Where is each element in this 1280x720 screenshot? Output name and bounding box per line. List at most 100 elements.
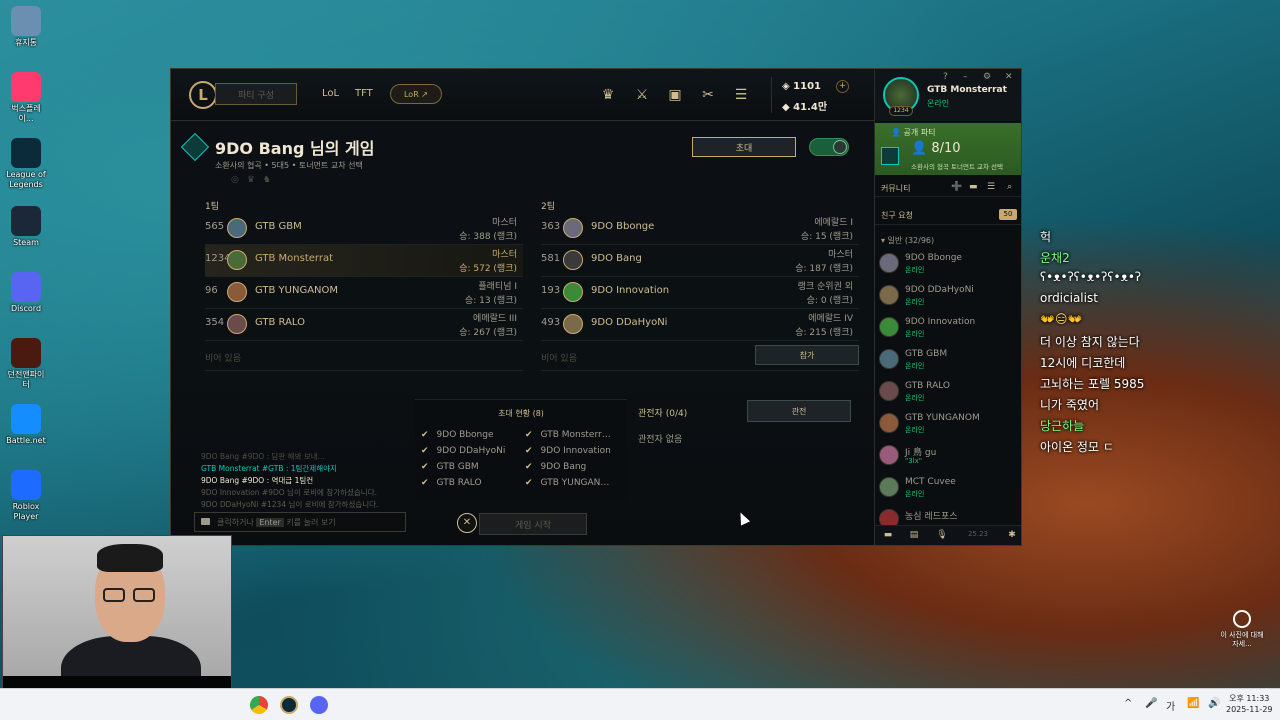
social-panel: 1234 GTB Monsterrat 온라인 ? – ⚙ ✕ 👤 공개 파티 … — [874, 69, 1021, 545]
invitee-name: 9DO Bang — [540, 462, 587, 472]
ime-indicator[interactable]: 가 — [1166, 698, 1175, 713]
chat-input[interactable]: 클릭하거나 Enter 키를 눌러 보기 — [194, 512, 406, 532]
tab-lor[interactable]: LoR ↗ — [390, 84, 442, 104]
lobby-option-icons: ◎♛♞ — [231, 175, 279, 185]
rp-balance: ◈ 1101 — [782, 81, 822, 92]
party-open-toggle[interactable] — [809, 138, 849, 156]
profile-nav-icon[interactable]: ♛ — [598, 85, 618, 105]
player-row[interactable]: 581 9DO Bang 마스터 승: 187 (랭크) — [541, 245, 859, 277]
tab-lol[interactable]: LoL — [322, 88, 339, 99]
invite-status-item: ✔ 9DO Bang — [525, 462, 619, 472]
loot-nav-icon[interactable]: ▣ — [665, 85, 685, 105]
desktop-icon[interactable]: League of Legends — [4, 138, 48, 190]
check-icon: ✔ — [421, 462, 429, 472]
buy-rp-icon[interactable]: + — [836, 80, 849, 93]
desktop-icon[interactable]: 던전앤파이터 — [4, 338, 48, 390]
player-rank: 에메랄드 III — [473, 314, 517, 324]
friend-item[interactable]: MCT Cuvee 온라인 — [879, 473, 1019, 503]
player-row[interactable]: 96 GTB YUNGANOM 플래티넘 I 승: 13 (랭크) — [205, 277, 523, 309]
friend-item[interactable]: 9DO Innovation 온라인 — [879, 313, 1019, 343]
friend-item[interactable]: GTB GBM 온라인 — [879, 345, 1019, 375]
help-icon[interactable]: ? — [943, 72, 948, 82]
clock[interactable]: 오후 11:33 2025-11-29 — [1226, 693, 1273, 715]
leave-lobby-button[interactable]: ✕ — [457, 513, 477, 533]
chat-icon[interactable]: ▬ — [879, 530, 897, 544]
add-friend-icon[interactable]: ➕ — [951, 182, 962, 192]
friend-status: 온라인 — [905, 426, 925, 434]
public-party-card[interactable]: 👤 공개 파티 👤 8/10 소환사의 협곡 토너먼트 교차 선택 — [875, 123, 1021, 175]
chat-input-suffix: 키를 눌러 보기 — [286, 517, 336, 527]
player-name: 9DO Bbonge — [591, 221, 655, 232]
tray-expand-icon[interactable]: ^ — [1124, 698, 1132, 709]
list-view-icon[interactable]: ☰ — [987, 182, 995, 192]
spectate-button[interactable]: 관전 — [747, 400, 851, 422]
notes-icon[interactable]: ▤ — [905, 530, 923, 544]
image-search-widget[interactable]: 이 사진에 대해 자세... — [1220, 610, 1264, 649]
player-avatar — [563, 282, 583, 302]
player-row[interactable]: 565 GTB GBM 마스터 승: 388 (랭크) — [205, 213, 523, 245]
report-bug-icon[interactable]: ✱ — [1003, 530, 1021, 544]
player-row[interactable]: 363 9DO Bbonge 에메랄드 I 승: 15 (랭크) — [541, 213, 859, 245]
friend-group-header[interactable]: ▾ 일반 (32/96) — [881, 235, 934, 246]
desktop-icon[interactable]: Roblox Player — [4, 470, 48, 522]
discord-taskbar-icon[interactable] — [310, 696, 328, 714]
microphone-icon[interactable]: 🎤 — [1145, 698, 1157, 709]
volume-icon[interactable]: 🔊 — [1208, 698, 1220, 709]
desktop-icon[interactable]: Discord — [4, 272, 48, 314]
search-icon[interactable]: ⌕ — [1007, 182, 1012, 192]
start-game-button[interactable]: 게임 시작 — [479, 513, 587, 535]
minimize-icon[interactable]: – — [963, 72, 968, 82]
friend-avatar — [879, 445, 899, 465]
player-row[interactable]: 493 9DO DDaHyoNi 에메랄드 IV 승: 215 (랭크) — [541, 309, 859, 341]
league-logo-icon[interactable]: L — [189, 81, 217, 109]
league-taskbar-icon[interactable] — [280, 696, 298, 714]
taskbar: ^ 🎤 가 📶 🔊 오후 11:33 2025-11-29 — [0, 688, 1280, 720]
desktop-icon[interactable]: Steam — [4, 206, 48, 248]
be-balance: ◆ 41.4만 — [782, 102, 828, 113]
desktop-icon-label: Roblox Player — [12, 502, 40, 521]
player-wins: 승: 267 (랭크) — [459, 328, 517, 338]
party-button[interactable]: 파티 구성 — [215, 83, 297, 105]
desktop-icon-label: Steam — [13, 238, 39, 247]
stream-chat-line: 니가 죽였어 — [1040, 398, 1100, 412]
join-team2-button[interactable]: 참가 — [755, 345, 859, 365]
tab-tft[interactable]: TFT — [355, 88, 373, 99]
store-nav-icon[interactable]: ☰ — [731, 85, 751, 105]
chrome-icon[interactable] — [250, 696, 268, 714]
collection-nav-icon[interactable]: ⚔ — [632, 85, 652, 105]
player-name: 9DO Innovation — [591, 285, 670, 296]
settings-gear-icon[interactable]: ⚙ — [983, 72, 991, 82]
invite-status-item: ✔ GTB RALO — [421, 478, 515, 488]
invite-button[interactable]: 초대 — [692, 137, 796, 157]
wifi-icon[interactable]: 📶 — [1187, 698, 1199, 709]
player-row[interactable]: 354 GTB RALO 에메랄드 III 승: 267 (랭크) — [205, 309, 523, 341]
desktop-icon-label: 벅스플레이... — [11, 104, 41, 123]
friend-item[interactable]: GTB YUNGANOM 온라인 — [879, 409, 1019, 439]
friend-item[interactable]: GTB RALO 온라인 — [879, 377, 1019, 407]
player-row[interactable]: 1234 GTB Monsterrat 마스터 승: 572 (랭크) — [205, 245, 523, 277]
stream-chat-line: 12시에 디코한데 — [1040, 356, 1126, 370]
desktop-icon[interactable]: 휴지통 — [4, 6, 48, 48]
chat-message: 9DO Bang #9DO : 담판 해봐 보내... — [201, 452, 325, 461]
tft-nav-icon[interactable]: ✂ — [698, 85, 718, 105]
desktop-icon[interactable]: 벅스플레이... — [4, 72, 48, 124]
desktop-icon[interactable]: Battle.net — [4, 404, 48, 446]
friend-item[interactable]: 9DO Bbonge 온라인 — [879, 249, 1019, 279]
player-row[interactable]: 193 9DO Innovation 랭크 순위권 외 승: 0 (랭크) — [541, 277, 859, 309]
voice-icon[interactable]: 🎙 — [933, 530, 951, 544]
stream-chat-line: 👐😑👐 — [1040, 312, 1083, 326]
friend-name: 9DO Bbonge — [905, 253, 962, 263]
friend-name: GTB GBM — [905, 349, 948, 359]
player-rank: 랭크 순위권 외 — [797, 282, 853, 292]
close-icon[interactable]: ✕ — [1005, 72, 1013, 82]
player-rank: 마스터 — [828, 250, 853, 260]
profile-card[interactable]: 1234 GTB Monsterrat 온라인 ? – ⚙ ✕ — [875, 69, 1021, 121]
friend-request-row[interactable]: 친구 요청 50 — [875, 205, 1021, 225]
friend-item[interactable]: Ji 鳥 gu "3lx" — [879, 441, 1019, 471]
friend-item[interactable]: 9DO DDaHyoNi 온라인 — [879, 281, 1019, 311]
friend-name: GTB RALO — [905, 381, 951, 391]
player-level: 193 — [541, 285, 561, 296]
check-icon: ✔ — [525, 462, 533, 472]
add-folder-icon[interactable]: ▬ — [969, 182, 978, 192]
player-avatar — [563, 218, 583, 238]
